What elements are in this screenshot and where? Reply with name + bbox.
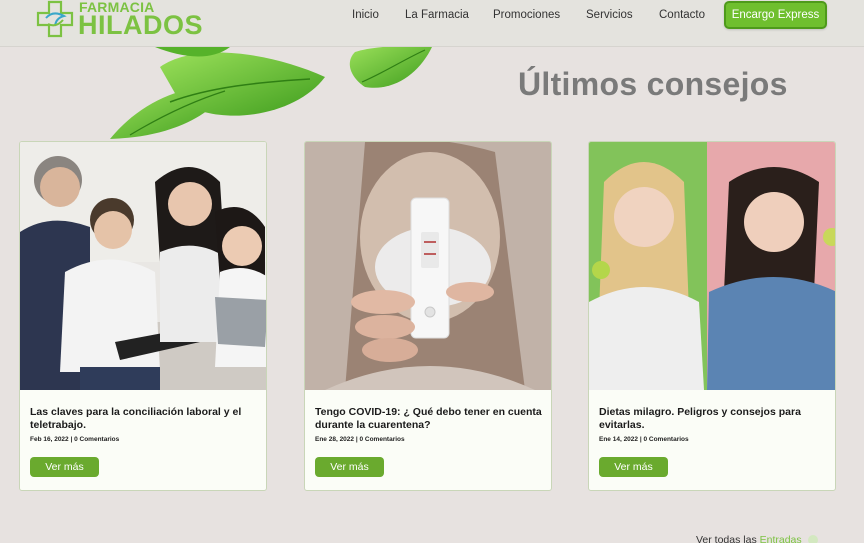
post-title[interactable]: Las claves para la conciliación laboral … [30, 406, 260, 432]
see-all-prefix: Ver todas las [696, 534, 757, 543]
women-eating-apples-photo[interactable] [589, 142, 836, 390]
site-header: FARMACIA HILADOS Inicio La Farmacia Prom… [0, 0, 864, 47]
see-all-posts: Ver todas las Entradas [696, 534, 818, 543]
nav-item-promociones[interactable]: Promociones [493, 9, 560, 21]
nav-item-contacto[interactable]: Contacto [659, 9, 705, 21]
nav-item-inicio[interactable]: Inicio [352, 9, 379, 21]
encargo-express-button[interactable]: Encargo Express [724, 1, 827, 29]
family-with-tablets-photo[interactable] [20, 142, 267, 390]
nav-item-la-farmacia[interactable]: La Farmacia [405, 9, 469, 21]
post-title[interactable]: Dietas milagro. Peligros y consejos para… [599, 406, 829, 432]
brand-main-text: HILADOS [78, 10, 203, 40]
post-meta: Ene 28, 2022 | 0 Comentarios [315, 436, 405, 443]
covid-test-photo[interactable] [305, 142, 552, 390]
brand-logo[interactable]: FARMACIA HILADOS [36, 0, 203, 40]
nav-item-servicios[interactable]: Servicios [586, 9, 633, 21]
arrow-right-icon[interactable] [807, 535, 818, 543]
mint-leaves-decoration [110, 47, 432, 139]
pharmacy-cross-icon [36, 0, 74, 38]
post-card-body: Las claves para la conciliación laboral … [30, 406, 260, 443]
post-card: Tengo COVID-19: ¿ Qué debo tener en cuen… [304, 141, 552, 491]
section-title: Últimos consejos [518, 66, 788, 102]
see-all-posts-link[interactable]: Entradas [760, 534, 802, 543]
post-card: Las claves para la conciliación laboral … [19, 141, 267, 491]
post-card-body: Tengo COVID-19: ¿ Qué debo tener en cuen… [315, 406, 545, 443]
read-more-button[interactable]: Ver más [599, 457, 668, 477]
post-meta: Ene 14, 2022 | 0 Comentarios [599, 436, 689, 443]
post-meta: Feb 16, 2022 | 0 Comentarios [30, 436, 120, 443]
post-card: Dietas milagro. Peligros y consejos para… [588, 141, 836, 491]
post-card-body: Dietas milagro. Peligros y consejos para… [599, 406, 829, 443]
read-more-button[interactable]: Ver más [315, 457, 384, 477]
post-title[interactable]: Tengo COVID-19: ¿ Qué debo tener en cuen… [315, 406, 545, 432]
read-more-button[interactable]: Ver más [30, 457, 99, 477]
